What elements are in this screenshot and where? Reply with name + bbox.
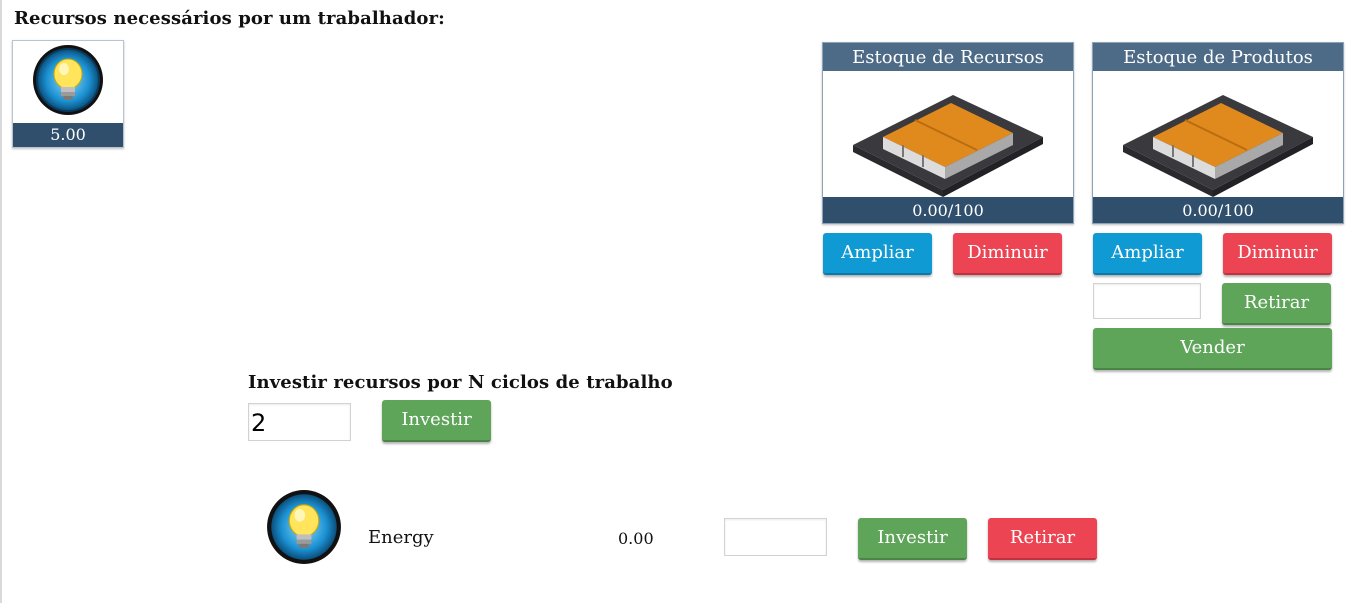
product-stock-capacity: 0.00/100	[1093, 197, 1343, 223]
expand-product-stock-button[interactable]: Ampliar	[1093, 233, 1202, 275]
workers-heading: Recursos necessários por um trabalhador:	[14, 8, 445, 29]
lightbulb-icon	[32, 44, 104, 120]
expand-resource-stock-button[interactable]: Ampliar	[823, 233, 932, 275]
product-stock-title: Estoque de Produtos	[1093, 43, 1343, 71]
invest-cycles-button[interactable]: Investir	[382, 400, 491, 442]
resource-stock-panel: Estoque de Recursos 0.00/100	[822, 42, 1074, 224]
product-stock-panel: Estoque de Produtos 0.00/100	[1092, 42, 1344, 224]
product-withdraw-input[interactable]	[1093, 283, 1201, 319]
invest-resource-button[interactable]: Investir	[858, 518, 967, 560]
sell-product-button[interactable]: Vender	[1093, 328, 1332, 370]
withdraw-resource-button[interactable]: Retirar	[988, 518, 1097, 560]
resource-stock-title: Estoque de Recursos	[823, 43, 1073, 71]
invest-cycles-heading: Investir recursos por N ciclos de trabal…	[248, 372, 673, 393]
resource-row-amount: 0.00	[618, 529, 654, 548]
resource-stock-capacity: 0.00/100	[823, 197, 1073, 223]
resource-tile: 5.00	[12, 40, 124, 148]
resource-row-input[interactable]	[724, 518, 827, 556]
resource-amount: 5.00	[13, 123, 123, 147]
lightbulb-icon	[266, 489, 342, 569]
warehouse-icon	[843, 75, 1053, 209]
cycles-input[interactable]: 2	[248, 403, 351, 441]
withdraw-product-button[interactable]: Retirar	[1222, 283, 1331, 325]
left-border	[0, 0, 2, 603]
warehouse-icon	[1113, 75, 1323, 209]
resource-name: Energy	[368, 527, 434, 548]
reduce-product-stock-button[interactable]: Diminuir	[1223, 233, 1332, 275]
reduce-resource-stock-button[interactable]: Diminuir	[953, 233, 1062, 275]
